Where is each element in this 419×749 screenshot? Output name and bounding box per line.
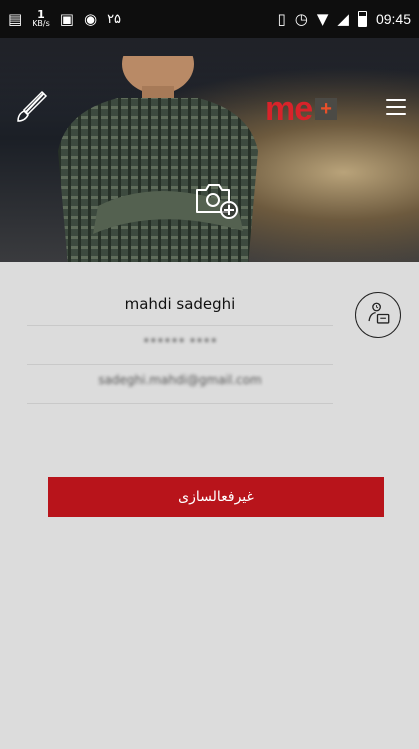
- divider: [27, 403, 333, 404]
- clock: 09:45: [375, 11, 411, 27]
- signal-icon: ◢: [337, 9, 349, 28]
- image-icon: ▣: [59, 9, 74, 28]
- status-bar: ▤ 1 KB/s ▣ ◉ ۲۵ ▯ ◷ ▼ ◢ 09:45: [0, 0, 419, 38]
- network-speed: 1 KB/s: [32, 8, 50, 28]
- user-status-button[interactable]: [355, 292, 401, 338]
- profile-phone: •••••• ••••: [142, 334, 218, 348]
- profile-name: mahdi sadeghi: [124, 295, 236, 313]
- brand-logo: me +: [265, 90, 338, 128]
- profile-email: sadeghi.mahdi@gmail.com: [98, 373, 262, 387]
- change-photo-camera-icon[interactable]: [194, 180, 240, 220]
- alarm-icon: ◷: [294, 9, 308, 28]
- user-status-icon: [368, 302, 390, 324]
- profile-cover-photo[interactable]: me +: [0, 38, 419, 262]
- network-speed-unit: KB/s: [32, 19, 50, 28]
- divider: [27, 325, 333, 326]
- brand-logo-plus: +: [315, 98, 338, 120]
- notification-count: ۲۵: [107, 11, 122, 27]
- divider: [27, 364, 333, 365]
- profile-person-image: [58, 56, 258, 262]
- battery-icon: [357, 11, 367, 27]
- hamburger-menu-icon[interactable]: [386, 99, 406, 115]
- vpn-shield-icon: ◉: [83, 9, 98, 28]
- paint-brush-icon[interactable]: [14, 90, 48, 124]
- wifi-icon: ▼: [316, 9, 329, 28]
- brand-logo-text: me: [265, 90, 313, 128]
- deactivate-button[interactable]: غیرفعالسازی: [48, 477, 384, 517]
- message-icon: ▤: [8, 9, 23, 28]
- vibrate-icon: ▯: [277, 9, 286, 28]
- network-speed-value: 1: [37, 8, 45, 21]
